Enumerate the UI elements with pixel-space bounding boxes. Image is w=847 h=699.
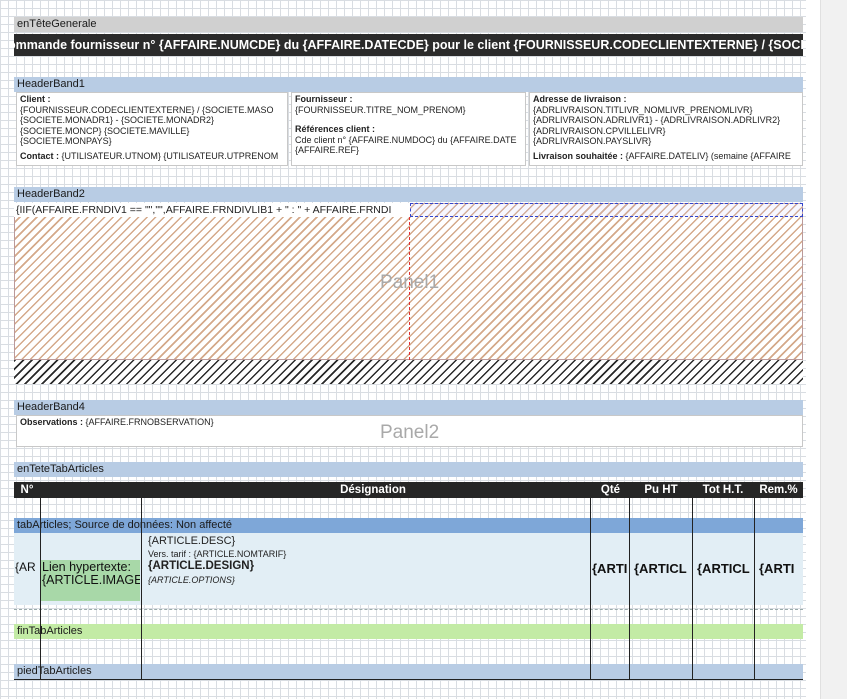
column-line — [40, 498, 41, 680]
client-line: {FOURNISSEUR.CODECLIENTEXTERNE} / {SOCIE… — [20, 104, 274, 115]
fournisseur-box[interactable]: Fournisseur : {FOURNISSEUR.TITRE_NOM_PRE… — [291, 92, 526, 166]
observations-value: {AFFAIRE.FRNOBSERVATION} — [85, 417, 214, 427]
panel2-label: Panel2 — [380, 422, 440, 443]
souhaitee-value: {AFFAIRE.DATELIV} (semaine {AFFAIRE — [625, 150, 791, 161]
band-pied-tab-articles[interactable]: piedTabArticles — [14, 664, 803, 679]
report-design-canvas[interactable]: enTêteGenerale ommande fournisseur n° {A… — [0, 0, 806, 699]
cell-rem[interactable]: {ARTI — [759, 561, 801, 576]
livraison-box[interactable]: Adresse de livraison : {ADRLIVRAISON.TIT… — [529, 92, 803, 166]
article-desc: {ARTICLE.DESC} — [148, 535, 236, 547]
band-header1[interactable]: HeaderBand1 — [14, 77, 803, 92]
band-fin-tab-articles[interactable]: finTabArticles — [14, 624, 803, 639]
selection-box[interactable] — [410, 203, 803, 217]
header2-expression[interactable]: {IIF(AFFAIRE.FRNDIV1 == "","",AFFAIRE.FR… — [14, 203, 410, 217]
vertical-scrollbar[interactable] — [820, 0, 847, 699]
contact-value: {UTILISATEUR.UTNOM} {UTILISATEUR.UTPRENO… — [61, 150, 279, 161]
band-header4[interactable]: HeaderBand4 — [14, 400, 803, 415]
row-separator — [14, 609, 803, 610]
client-line: {SOCIETE.MONCP} {SOCIETE.MAVILLE} — [20, 125, 190, 136]
col-header-num[interactable]: N° — [14, 482, 40, 498]
col-header-designation[interactable]: Désignation — [142, 482, 604, 498]
table-bottom-line — [14, 679, 803, 680]
client-box[interactable]: Client : {FOURNISSEUR.CODECLIENTEXTERNE}… — [16, 92, 288, 166]
band-header2[interactable]: HeaderBand2 — [14, 187, 803, 202]
contact-label: Contact : — [20, 150, 59, 161]
cell-pu[interactable]: {ARTICL — [634, 561, 690, 576]
article-design: {ARTICLE.DESIGN} — [148, 560, 255, 572]
cell-qte[interactable]: {ARTI — [592, 561, 628, 576]
band-tab-articles[interactable]: tabArticles; Source de données: Non affe… — [14, 518, 803, 533]
livraison-label: Adresse de livraison : — [533, 94, 627, 104]
livraison-line: {ADRLIVRAISON.CPVILLELIVR} — [533, 125, 666, 136]
table-header-row[interactable]: N° Désignation Qté Pu HT Tot H.T. Rem.% — [14, 482, 803, 498]
client-label: Client : — [20, 94, 51, 104]
client-line: {SOCIETE.MONADR1} - {SOCIETE.MONADR2} — [20, 115, 215, 125]
cell-tot[interactable]: {ARTICL — [697, 561, 753, 576]
fournisseur-label: Fournisseur : — [295, 94, 353, 104]
fournisseur-value: {FOURNISSEUR.TITRE_NOM_PRENOM} — [295, 104, 466, 115]
livraison-line: {ADRLIVRAISON.PAYSLIVR} — [533, 136, 652, 146]
col-header-rem[interactable]: Rem.% — [754, 482, 803, 498]
column-line — [590, 498, 591, 680]
reference-line: {AFFAIRE.REF} — [295, 145, 360, 155]
souhaitee-label: Livraison souhaitée : — [533, 150, 624, 161]
panel1-label: Panel1 — [380, 272, 440, 293]
hatched-band — [14, 360, 803, 384]
col-header-tot[interactable]: Tot H.T. — [692, 482, 754, 498]
reference-line: Cde client n° {AFFAIRE.NUMDOC} du {AFFAI… — [295, 134, 517, 145]
livraison-line: {ADRLIVRAISON.TITLIVR_NOMLIVR_PRENOMLIVR… — [533, 104, 753, 115]
order-title-text[interactable]: ommande fournisseur n° {AFFAIRE.NUMCDE} … — [14, 34, 803, 56]
article-options: {ARTICLE.OPTIONS} — [148, 575, 235, 585]
column-line — [692, 498, 693, 680]
cell-num[interactable]: {AR — [15, 560, 40, 574]
article-tarif: Vers. tarif : {ARTICLE.NOMTARIF} — [148, 549, 287, 559]
observations-label: Observations : — [20, 417, 84, 427]
col-header-pu[interactable]: Pu HT — [630, 482, 692, 498]
livraison-line: {ADRLIVRAISON.ADRLIVR1} - {ADRLIVRAISON.… — [533, 115, 781, 125]
article-image-link[interactable]: Lien hypertexte: {ARTICLE.IMAGE} — [40, 560, 140, 601]
column-line — [754, 498, 755, 680]
band-entete-generale[interactable]: enTêteGenerale — [14, 17, 803, 32]
column-line — [629, 498, 630, 680]
column-line — [141, 498, 142, 680]
references-label: Références client : — [295, 124, 376, 134]
article-description-box[interactable]: {ARTICLE.DESC} Vers. tarif : {ARTICLE.NO… — [146, 534, 586, 604]
client-line: {SOCIETE.MONPAYS} — [20, 136, 112, 146]
col-header-qte[interactable]: Qté — [591, 482, 630, 498]
band-entete-tab-articles[interactable]: enTeteTabArticles — [14, 462, 803, 477]
